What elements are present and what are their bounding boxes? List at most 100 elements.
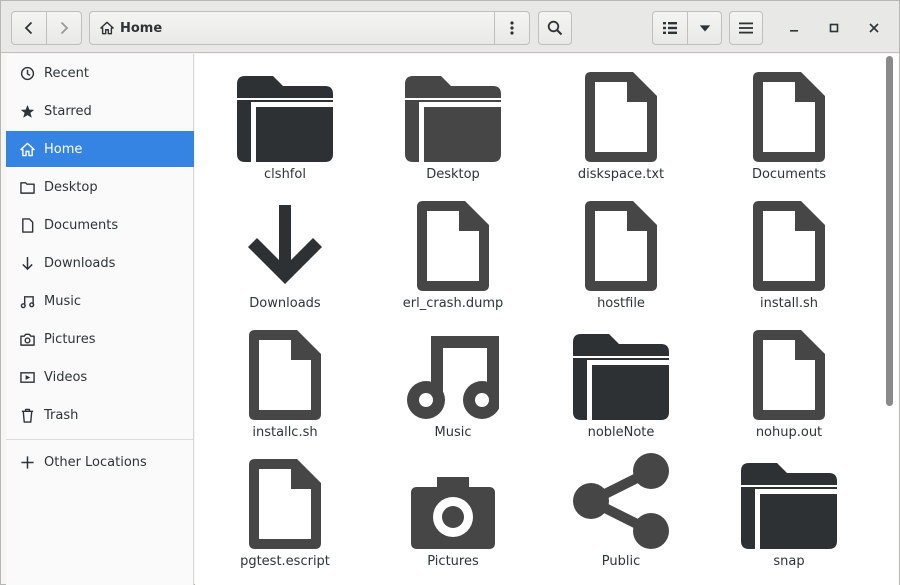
chevron-right-icon <box>60 21 69 35</box>
folder-icon <box>237 76 333 162</box>
home-icon <box>100 21 114 35</box>
file-item-install-sh[interactable]: install.sh <box>705 189 873 317</box>
sidebar-item-recent[interactable]: Recent <box>6 55 194 91</box>
file-name: Music <box>434 425 472 440</box>
file-name: Documents <box>751 167 827 182</box>
document-icon <box>753 201 825 291</box>
maximize-button[interactable] <box>817 11 851 45</box>
chevron-left-icon <box>24 21 33 35</box>
back-button[interactable] <box>11 11 47 45</box>
file-item-installc-sh[interactable]: installc.sh <box>201 318 369 446</box>
sidebar-item-label: Starred <box>44 103 92 119</box>
file-item-music[interactable]: Music <box>369 318 537 446</box>
file-name: Pictures <box>427 554 479 569</box>
file-name: Downloads <box>249 296 321 311</box>
list-view-icon <box>663 22 677 34</box>
maximize-icon <box>829 23 839 33</box>
camera-icon <box>19 331 35 347</box>
file-name: pgtest.escript <box>240 554 330 569</box>
file-item-noblenote[interactable]: nobleNote <box>537 318 705 446</box>
share-icon <box>573 453 669 549</box>
camera-icon <box>411 477 495 549</box>
search-icon <box>547 20 563 36</box>
close-icon <box>869 23 879 33</box>
sidebar: Recent Starred Home Desktop Documents Do… <box>6 54 194 585</box>
clock-icon <box>19 65 35 81</box>
file-item-diskspace[interactable]: diskspace.txt <box>537 60 705 188</box>
home-icon <box>19 141 35 157</box>
search-button[interactable] <box>538 11 572 45</box>
sidebar-item-desktop[interactable]: Desktop <box>6 169 194 205</box>
document-icon <box>249 459 321 549</box>
close-button[interactable] <box>857 11 891 45</box>
sidebar-item-videos[interactable]: Videos <box>6 359 194 395</box>
hamburger-icon <box>739 22 753 34</box>
file-name: nohup.out <box>755 425 823 440</box>
path-menu-button[interactable] <box>494 11 530 45</box>
sidebar-item-other-locations[interactable]: Other Locations <box>6 444 194 480</box>
sidebar-item-label: Other Locations <box>44 454 147 470</box>
music-icon <box>19 293 35 309</box>
document-icon <box>585 72 657 162</box>
document-icon <box>417 201 489 291</box>
sidebar-item-label: Videos <box>44 369 88 385</box>
sidebar-item-music[interactable]: Music <box>6 283 194 319</box>
scrollbar-thumb[interactable] <box>886 56 893 406</box>
sidebar-separator <box>6 439 194 440</box>
sidebar-item-label: Pictures <box>44 331 96 347</box>
file-name: Desktop <box>426 167 480 182</box>
sidebar-item-label: Music <box>44 293 81 309</box>
vertical-scrollbar[interactable] <box>881 54 899 585</box>
main-menu-button[interactable] <box>729 11 763 45</box>
music-icon <box>407 336 499 419</box>
folder-icon <box>405 76 501 162</box>
file-item-public[interactable]: Public <box>537 447 705 575</box>
path-bar-home[interactable]: Home <box>89 11 495 45</box>
path-label: Home <box>120 20 163 36</box>
trash-icon <box>19 407 35 423</box>
document-icon <box>753 330 825 420</box>
folder-icon <box>19 179 35 195</box>
file-item-desktop[interactable]: Desktop <box>369 60 537 188</box>
view-list-button[interactable] <box>652 11 688 45</box>
file-item-downloads[interactable]: Downloads <box>201 189 369 317</box>
file-name: diskspace.txt <box>577 167 665 182</box>
download-icon <box>19 255 35 271</box>
sidebar-item-trash[interactable]: Trash <box>6 397 194 433</box>
document-icon <box>249 330 321 420</box>
minimize-button[interactable] <box>777 11 811 45</box>
file-name: nobleNote <box>587 425 655 440</box>
triangle-down-icon <box>699 25 710 32</box>
file-item-nohup[interactable]: nohup.out <box>705 318 873 446</box>
sidebar-item-label: Trash <box>44 407 79 423</box>
minimize-icon <box>790 30 798 32</box>
file-item-pictures[interactable]: Pictures <box>369 447 537 575</box>
header-bar: Home <box>1 1 899 53</box>
sidebar-item-starred[interactable]: Starred <box>6 93 194 129</box>
sidebar-item-pictures[interactable]: Pictures <box>6 321 194 357</box>
forward-button[interactable] <box>46 11 82 45</box>
sidebar-item-home[interactable]: Home <box>6 131 194 167</box>
file-name: snap <box>773 554 805 569</box>
file-name: Public <box>601 554 641 569</box>
file-name: hostfile <box>597 296 645 311</box>
sidebar-item-label: Desktop <box>44 179 98 195</box>
sidebar-item-downloads[interactable]: Downloads <box>6 245 194 281</box>
sidebar-item-label: Recent <box>44 65 89 81</box>
document-icon <box>19 217 35 233</box>
file-item-hostfile[interactable]: hostfile <box>537 189 705 317</box>
sidebar-item-label: Downloads <box>44 255 116 271</box>
sidebar-item-documents[interactable]: Documents <box>6 207 194 243</box>
file-manager-window: Home Recent Starred Home Desktop Documen… <box>0 0 900 585</box>
file-item-clshfol[interactable]: clshfol <box>201 60 369 188</box>
file-item-pgtest[interactable]: pgtest.escript <box>201 447 369 575</box>
file-item-erl-crash[interactable]: erl_crash.dump <box>369 189 537 317</box>
folder-icon <box>741 463 837 549</box>
document-icon <box>585 201 657 291</box>
view-options-button[interactable] <box>687 11 722 45</box>
video-icon <box>19 369 35 385</box>
file-item-snap[interactable]: snap <box>705 447 873 575</box>
file-item-documents[interactable]: Documents <box>705 60 873 188</box>
file-name: clshfol <box>264 167 306 182</box>
sidebar-item-label: Home <box>44 141 83 157</box>
